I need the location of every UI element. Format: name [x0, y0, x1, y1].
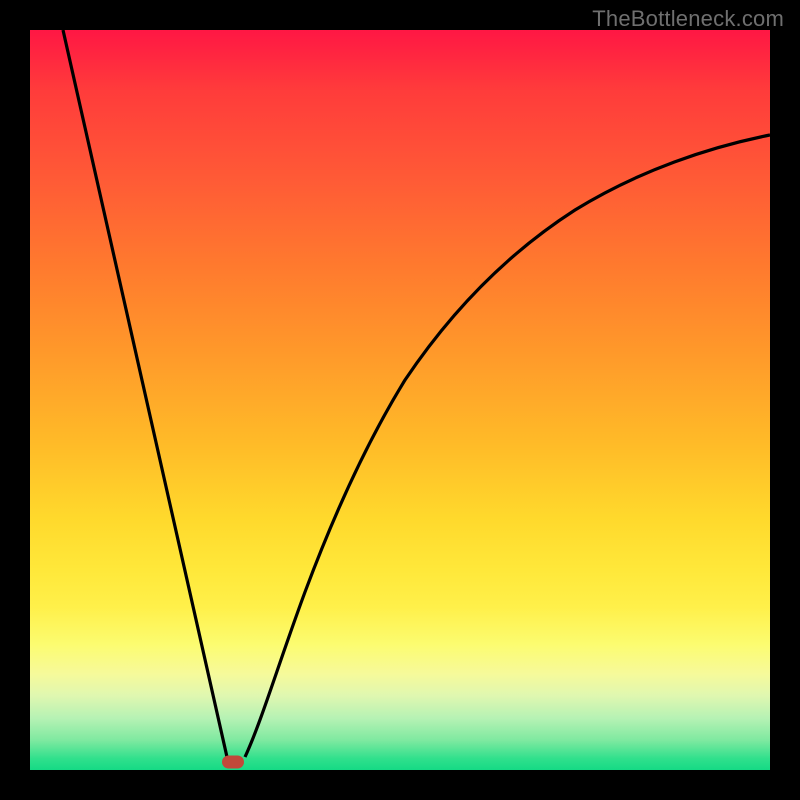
bottleneck-curve: [30, 30, 770, 770]
watermark-text: TheBottleneck.com: [592, 6, 784, 32]
curve-right-segment: [245, 135, 770, 757]
bottleneck-marker: [222, 756, 244, 769]
chart-plot-area: [30, 30, 770, 770]
curve-left-segment: [63, 30, 227, 757]
